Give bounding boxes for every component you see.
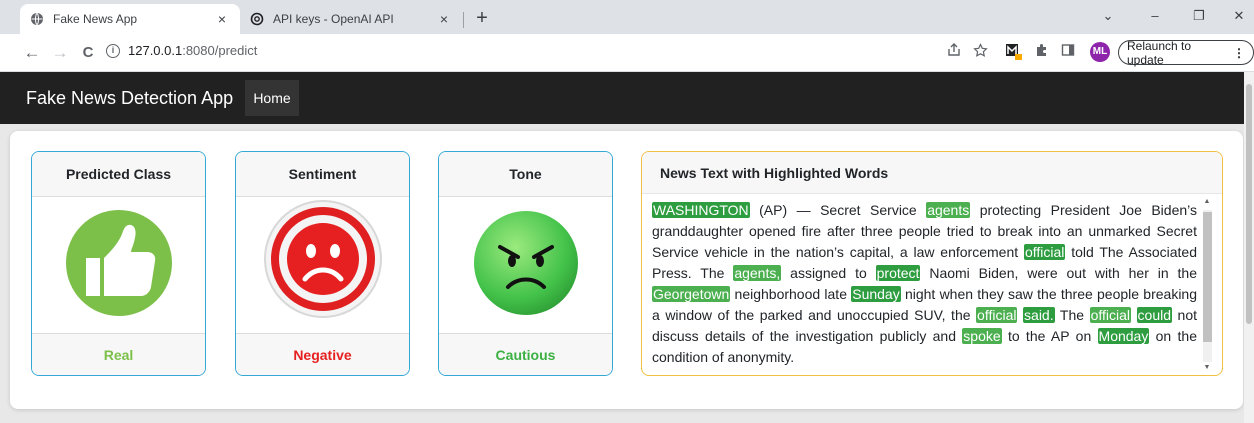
thumbs-up-icon: [64, 208, 174, 323]
extension-m-icon[interactable]: [1004, 43, 1024, 67]
news-text-area[interactable]: WASHINGTON (AP) — Secret Service agents …: [652, 200, 1197, 372]
highlighted-word: official: [1023, 244, 1066, 260]
restore-button[interactable]: ❐: [1184, 6, 1214, 26]
browser-toolbar: ← → C i 127.0.0.1:8080/predict ML Relaun…: [0, 34, 1254, 72]
app-navbar: Fake News Detection App Home: [0, 72, 1254, 124]
menu-dots-icon[interactable]: ⋮: [1233, 46, 1245, 60]
card-title: Predicted Class: [32, 152, 205, 197]
results-container: Predicted Class Real Sentiment Negative …: [10, 131, 1243, 409]
news-text-segment: [1131, 307, 1137, 323]
highlighted-word: agents: [926, 202, 971, 218]
highlighted-word: Monday: [1097, 328, 1150, 344]
news-text-segment: neighborhood late: [730, 286, 852, 302]
close-window-button[interactable]: ✕: [1224, 6, 1254, 26]
highlighted-word: official: [976, 307, 1018, 323]
sentiment-card: Sentiment Negative: [235, 151, 410, 376]
url-path: :8080/predict: [182, 43, 258, 58]
openai-icon: [250, 12, 264, 26]
predicted-class-value: Real: [32, 333, 205, 375]
tone-card: Tone Cautious: [438, 151, 613, 376]
url-text: 127.0.0.1:8080/predict: [128, 43, 257, 58]
app-body: Predicted Class Real Sentiment Negative …: [0, 124, 1254, 423]
news-text-segment: The: [1054, 307, 1090, 323]
cautious-face-icon: [470, 207, 582, 324]
bookmark-star-icon[interactable]: [970, 43, 990, 64]
card-title: Tone: [439, 152, 612, 197]
highlighted-word: could: [1136, 307, 1173, 323]
highlighted-word: Georgetown: [652, 286, 731, 302]
close-tab-icon[interactable]: ×: [436, 11, 452, 27]
page-scroll-thumb[interactable]: [1246, 84, 1252, 324]
scroll-down-arrow-icon[interactable]: ▼: [1201, 364, 1213, 371]
scroll-up-arrow-icon[interactable]: ▲: [1201, 198, 1213, 205]
tab-label: API keys - OpenAI API: [273, 12, 394, 26]
highlighted-word: protect: [875, 265, 921, 281]
highlighted-word: agents,: [733, 265, 782, 281]
side-panel-icon[interactable]: [1058, 43, 1078, 63]
back-button[interactable]: ←: [22, 43, 42, 63]
close-tab-icon[interactable]: ×: [214, 11, 230, 27]
relaunch-button[interactable]: Relaunch to update ⋮: [1118, 38, 1254, 67]
highlighted-word: Sunday: [851, 286, 901, 302]
sad-face-icon: [257, 197, 389, 334]
news-text-segment: to the AP on: [1001, 328, 1098, 344]
card-title: Sentiment: [236, 152, 409, 197]
tab-separator: [463, 12, 464, 28]
scroll-thumb[interactable]: [1203, 212, 1212, 342]
share-icon[interactable]: [944, 43, 964, 63]
extensions-puzzle-icon[interactable]: [1032, 43, 1052, 63]
tab-openai-api-keys[interactable]: API keys - OpenAI API ×: [240, 4, 462, 34]
reload-button[interactable]: C: [78, 43, 98, 63]
highlighted-word: said.: [1023, 307, 1055, 323]
card-title: News Text with Highlighted Words: [642, 152, 1222, 194]
news-text-segment: Naomi Biden, were out with her in the: [920, 265, 1197, 281]
app-brand[interactable]: Fake News Detection App: [26, 88, 233, 109]
tab-label: Fake News App: [53, 12, 138, 26]
tone-value: Cautious: [439, 333, 612, 375]
highlighted-word: official: [1089, 307, 1131, 323]
highlighted-word: WASHINGTON: [652, 202, 750, 218]
news-scrollbar[interactable]: ▲ ▼: [1201, 198, 1213, 374]
forward-button[interactable]: →: [50, 43, 70, 63]
minimize-button[interactable]: –: [1140, 6, 1170, 26]
news-text-card: News Text with Highlighted Words WASHING…: [641, 151, 1223, 376]
news-text-segment: assigned to: [781, 265, 876, 281]
tab-fake-news-app[interactable]: Fake News App ×: [20, 4, 240, 34]
url-host: 127.0.0.1: [128, 43, 183, 58]
new-tab-button[interactable]: +: [471, 6, 493, 30]
address-bar[interactable]: i 127.0.0.1:8080/predict: [106, 43, 257, 58]
highlighted-word: spoke: [962, 328, 1002, 344]
profile-avatar[interactable]: ML: [1090, 42, 1110, 62]
predicted-class-card: Predicted Class Real: [31, 151, 206, 376]
globe-icon: [30, 12, 44, 26]
site-info-icon[interactable]: i: [106, 43, 120, 58]
sentiment-value: Negative: [236, 333, 409, 375]
browser-tab-strip: Fake News App × API keys - OpenAI API × …: [0, 0, 1254, 34]
nav-home-link[interactable]: Home: [245, 80, 299, 116]
page-scrollbar[interactable]: [1244, 72, 1254, 423]
relaunch-label: Relaunch to update: [1127, 38, 1192, 67]
tab-search-icon[interactable]: ⌄: [1093, 6, 1123, 26]
news-text-segment: (AP) — Secret Service: [749, 202, 927, 218]
